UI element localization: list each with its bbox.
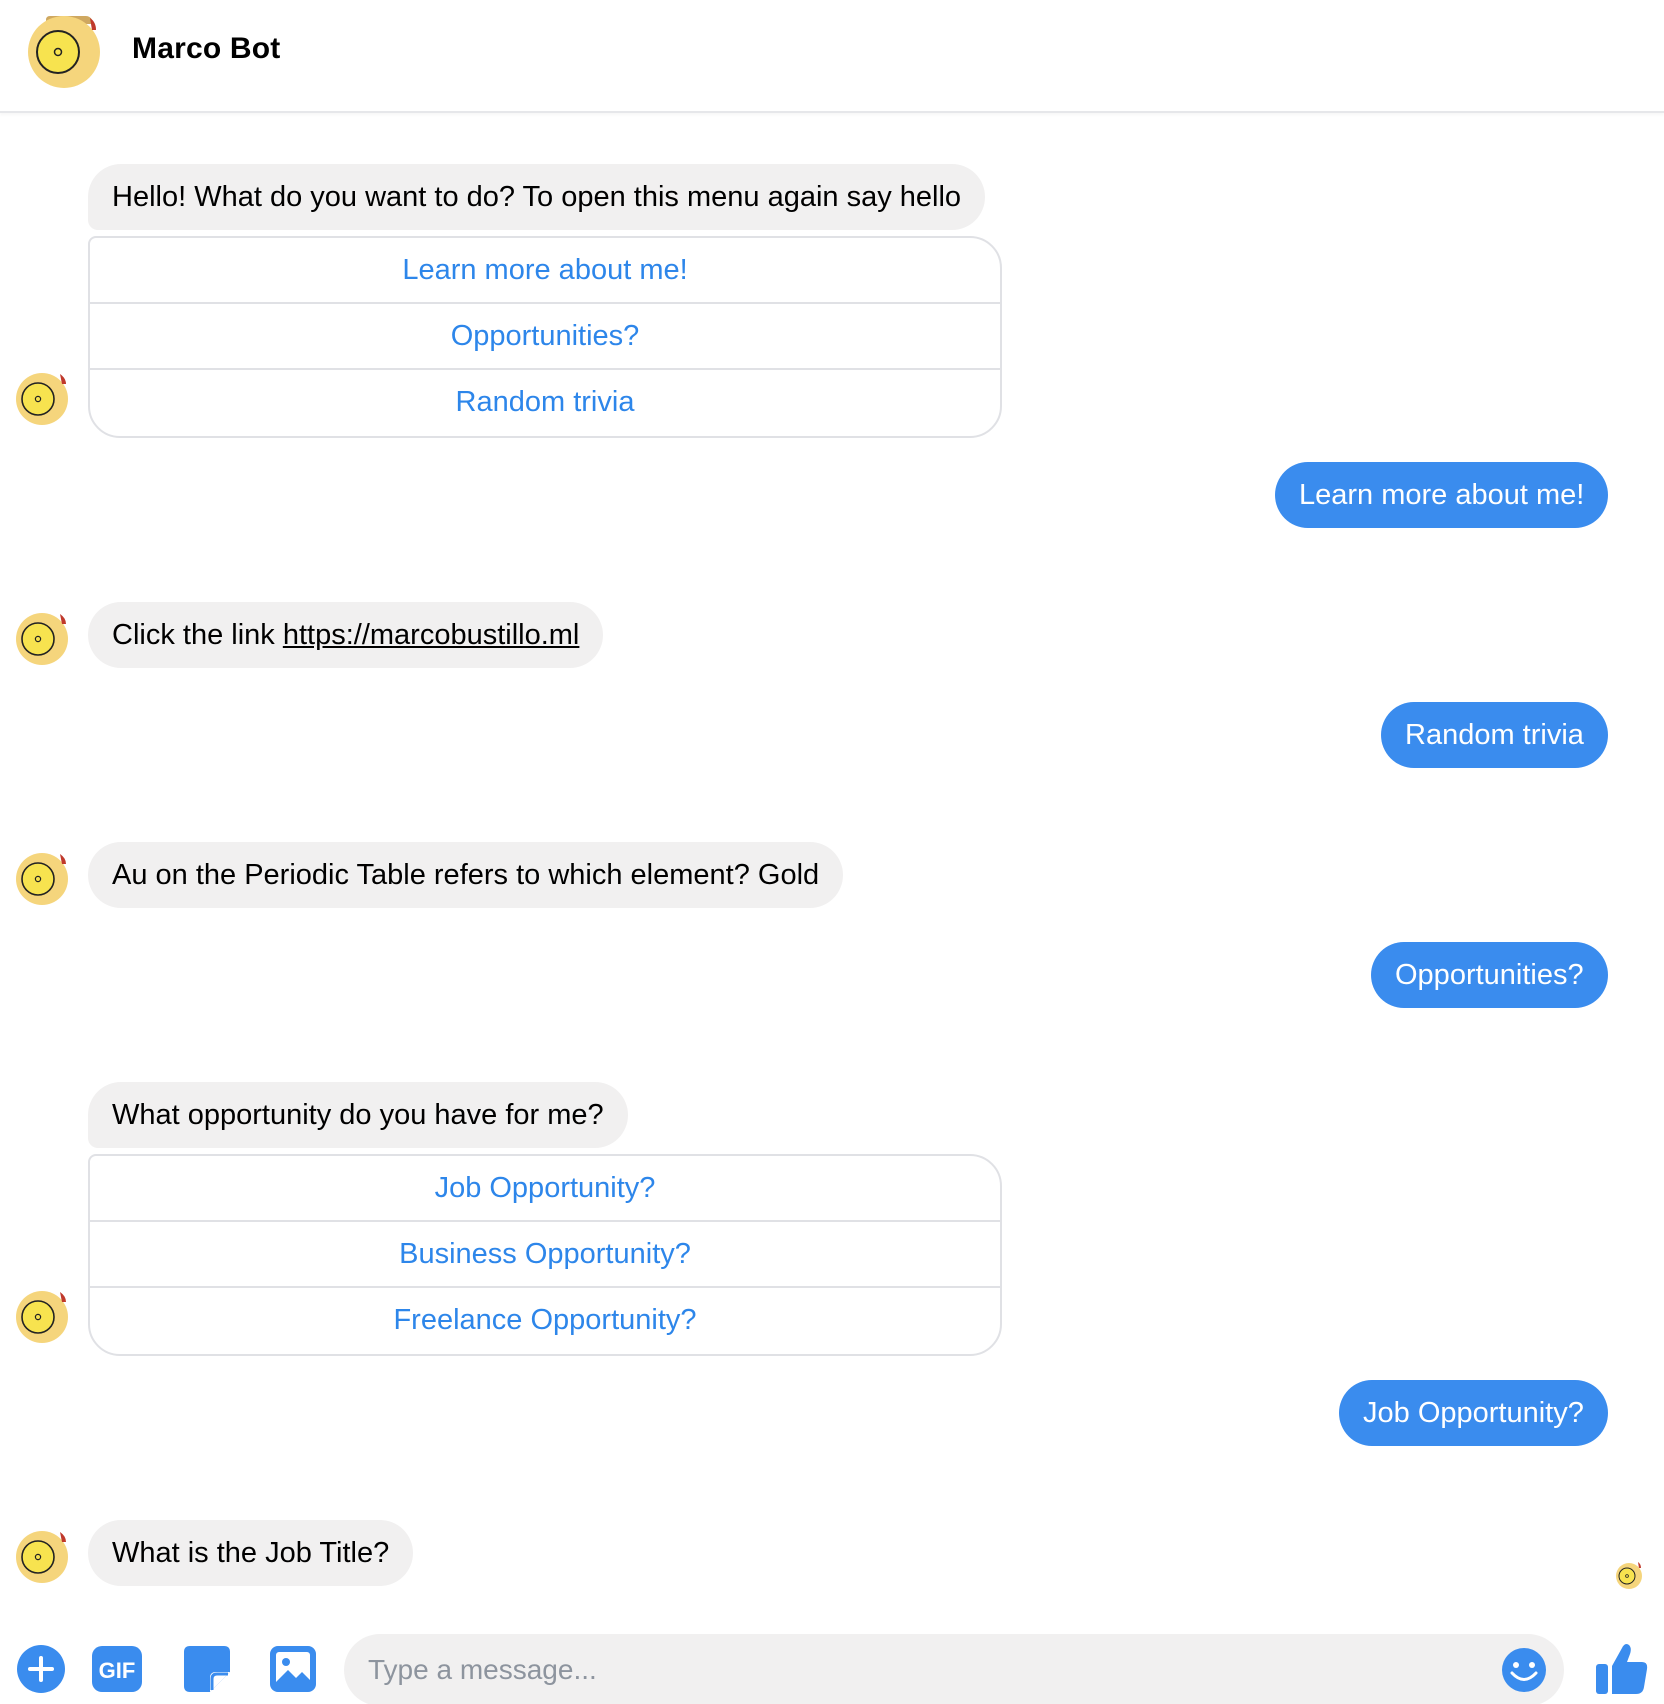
svg-text:GIF: GIF (99, 1658, 136, 1683)
message-link[interactable]: https://marcobustillo.ml (283, 619, 580, 651)
bot-avatar-icon (14, 370, 74, 426)
chat-header: Marco Bot (0, 0, 1664, 113)
quick-reply-button-job[interactable]: Job Opportunity? (90, 1156, 1000, 1222)
quick-reply-card: Job Opportunity? Business Opportunity? F… (88, 1154, 1002, 1356)
bot-avatar-icon (14, 1528, 74, 1584)
quick-reply-button-opportunities[interactable]: Opportunities? (90, 304, 1000, 370)
quick-reply-button-freelance[interactable]: Freelance Opportunity? (90, 1288, 1000, 1354)
seen-avatar-icon (1614, 1560, 1644, 1590)
user-message: Random trivia (1381, 702, 1608, 768)
gif-icon[interactable]: GIF (90, 1644, 142, 1694)
user-message: Opportunities? (1371, 942, 1608, 1008)
image-icon[interactable] (268, 1644, 318, 1694)
quick-reply-card: Learn more about me! Opportunities? Rand… (88, 236, 1002, 438)
thumbs-up-icon[interactable] (1594, 1640, 1650, 1696)
user-message: Job Opportunity? (1339, 1380, 1608, 1446)
bot-message: What opportunity do you have for me? (88, 1082, 628, 1148)
sticker-icon[interactable] (182, 1644, 232, 1694)
quick-reply-button-learn-more[interactable]: Learn more about me! (90, 238, 1000, 304)
bot-message: Au on the Periodic Table refers to which… (88, 842, 844, 908)
bot-message: Hello! What do you want to do? To open t… (88, 164, 986, 230)
emoji-icon[interactable] (1500, 1646, 1548, 1694)
bot-message: Click the link https://marcobustillo.ml (88, 602, 604, 668)
plus-icon[interactable] (16, 1644, 66, 1694)
quick-reply-button-random-trivia[interactable]: Random trivia (90, 370, 1000, 436)
bot-avatar-icon (14, 610, 74, 666)
chat-title: Marco Bot (132, 32, 281, 65)
bot-avatar-icon (14, 850, 74, 906)
message-text: Click the link (112, 619, 283, 651)
messenger-window: Marco Bot Hello! What do you want to do?… (0, 0, 1664, 1704)
user-message: Learn more about me! (1275, 462, 1609, 528)
bot-avatar-icon[interactable] (26, 12, 110, 88)
quick-reply-button-business[interactable]: Business Opportunity? (90, 1222, 1000, 1288)
bot-message: What is the Job Title? (88, 1520, 414, 1586)
message-input[interactable] (344, 1634, 1564, 1704)
bot-avatar-icon (14, 1288, 74, 1344)
